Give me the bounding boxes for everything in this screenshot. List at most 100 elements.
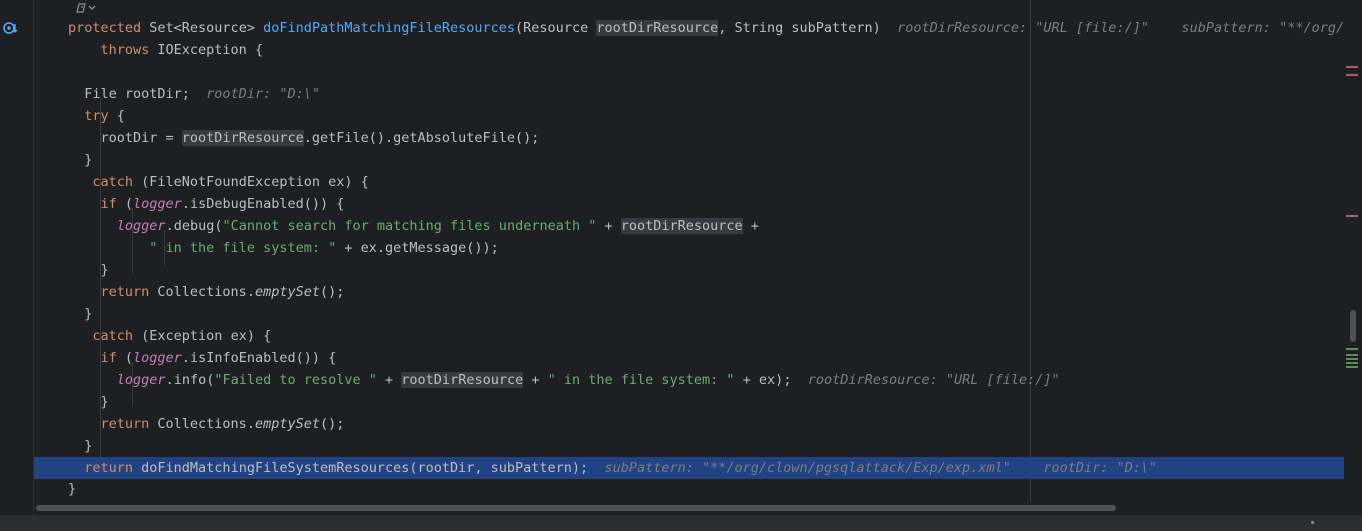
code-line[interactable]: try { bbox=[34, 105, 1344, 127]
code-line[interactable] bbox=[34, 61, 1344, 83]
ai-assistant-hint-icon[interactable] bbox=[76, 1, 102, 17]
code-token: "Cannot search for matching files undern… bbox=[222, 218, 597, 234]
code-token: ( bbox=[116, 196, 134, 212]
vertical-scroll-thumb[interactable] bbox=[1350, 310, 1356, 342]
error-stripe-mark[interactable] bbox=[1346, 74, 1358, 76]
debug-inline-value[interactable]: subPattern: "**/org/clown/pgsqlattack/Ex… bbox=[604, 460, 1157, 476]
code-token: doFindPathMatchingFileResources bbox=[263, 20, 516, 36]
code-token: " in the file system: " bbox=[149, 240, 337, 256]
code-token: rootDir = bbox=[68, 130, 182, 146]
code-token: .isDebugEnabled()) { bbox=[181, 196, 345, 212]
code-token: doFindMatchingFileSystemResources(rootDi… bbox=[133, 460, 605, 476]
horizontal-scroll-thumb[interactable] bbox=[36, 505, 1116, 511]
code-token: } bbox=[68, 481, 77, 497]
code-token: (FileNotFoundException ex) { bbox=[133, 174, 369, 190]
code-token: + ex); bbox=[734, 372, 808, 388]
code-line[interactable]: return Collections.emptySet(); bbox=[34, 413, 1344, 435]
code-token: try bbox=[68, 108, 109, 124]
code-token: protected bbox=[68, 20, 142, 36]
code-token: } bbox=[68, 394, 109, 410]
horizontal-scrollbar[interactable] bbox=[34, 501, 1362, 515]
indent-guide bbox=[132, 362, 133, 406]
change-stripe-mark[interactable] bbox=[1346, 358, 1358, 360]
code-token: + bbox=[523, 372, 548, 388]
code-token: emptySet bbox=[254, 416, 320, 432]
code-token: Set<Resource> bbox=[141, 20, 264, 36]
code-line[interactable]: if (logger.isInfoEnabled()) { bbox=[34, 347, 1344, 369]
code-editor[interactable]: protected Set<Resource> doFindPathMatchi… bbox=[34, 0, 1344, 515]
debug-execution-point-icon[interactable] bbox=[3, 20, 19, 36]
code-line[interactable]: } bbox=[34, 478, 1344, 500]
change-stripe-mark[interactable] bbox=[1346, 348, 1358, 350]
code-token: .isInfoEnabled()) { bbox=[181, 350, 337, 366]
code-token: ( bbox=[116, 350, 134, 366]
debug-inline-value[interactable]: rootDirResource: "URL [file:/]" subPatte… bbox=[897, 20, 1344, 36]
code-token: (Resource bbox=[515, 20, 597, 36]
code-line[interactable]: logger.debug("Cannot search for matching… bbox=[34, 215, 1344, 237]
error-stripe-mark[interactable] bbox=[1346, 66, 1358, 68]
code-line[interactable]: catch (FileNotFoundException ex) { bbox=[34, 171, 1344, 193]
code-token: } bbox=[68, 262, 109, 278]
code-line[interactable]: } bbox=[34, 149, 1344, 171]
code-token: emptySet bbox=[254, 284, 320, 300]
code-token: + ex.getMessage()); bbox=[336, 240, 499, 256]
status-indicator-icon bbox=[1311, 521, 1314, 524]
change-stripe-mark[interactable] bbox=[1346, 362, 1358, 364]
error-stripe-mark[interactable] bbox=[1346, 215, 1358, 217]
code-line[interactable]: } bbox=[34, 303, 1344, 325]
code-token: logger bbox=[133, 196, 182, 212]
code-token: , String subPattern) bbox=[718, 20, 898, 36]
code-token: rootDirResource bbox=[401, 372, 524, 388]
code-line[interactable]: if (logger.isDebugEnabled()) { bbox=[34, 193, 1344, 215]
code-token: if bbox=[68, 350, 117, 366]
indent-guide bbox=[164, 230, 165, 266]
code-line[interactable]: return Collections.emptySet(); bbox=[34, 281, 1344, 303]
indent-guide bbox=[100, 98, 101, 468]
code-line[interactable]: } bbox=[34, 391, 1344, 413]
code-token: (); bbox=[319, 284, 345, 300]
vertical-scrollbar[interactable] bbox=[1344, 0, 1362, 515]
debug-inline-value[interactable]: rootDir: "D:\" bbox=[206, 86, 320, 102]
code-line[interactable]: protected Set<Resource> doFindPathMatchi… bbox=[34, 17, 1344, 39]
debug-inline-value[interactable]: rootDirResource: "URL [file:/]" bbox=[808, 372, 1060, 388]
code-token: return bbox=[68, 416, 150, 432]
code-token: .debug( bbox=[165, 218, 223, 234]
code-line[interactable]: rootDir = rootDirResource.getFile().getA… bbox=[34, 127, 1344, 149]
change-stripe-mark[interactable] bbox=[1346, 366, 1358, 368]
indent-guide bbox=[132, 208, 133, 274]
code-line[interactable]: } bbox=[34, 435, 1344, 457]
code-token: } bbox=[68, 438, 93, 454]
code-token: logger bbox=[116, 218, 166, 234]
code-token: .getFile().getAbsoluteFile(); bbox=[303, 130, 540, 146]
code-token: } bbox=[68, 306, 93, 322]
code-line[interactable]: } bbox=[34, 259, 1344, 281]
code-token: throws bbox=[68, 42, 150, 58]
code-token: "Failed to resolve " bbox=[214, 372, 377, 388]
code-token: logger bbox=[133, 350, 182, 366]
code-token: File rootDir; bbox=[68, 86, 207, 102]
change-stripe-mark[interactable] bbox=[1346, 354, 1358, 356]
code-token: if bbox=[68, 196, 117, 212]
code-token: (); bbox=[319, 416, 345, 432]
code-token: Collections. bbox=[149, 284, 255, 300]
code-token: " in the file system: " bbox=[547, 372, 735, 388]
code-token: rootDirResource bbox=[620, 218, 743, 234]
code-line[interactable]: " in the file system: " + ex.getMessage(… bbox=[34, 237, 1344, 259]
code-line[interactable]: catch (Exception ex) { bbox=[34, 325, 1344, 347]
code-token: .info( bbox=[165, 372, 215, 388]
code-token: IOException { bbox=[149, 42, 264, 58]
code-token: rootDirResource bbox=[596, 20, 719, 36]
code-token: rootDirResource bbox=[181, 130, 304, 146]
code-token: + bbox=[376, 372, 402, 388]
code-token: return bbox=[68, 284, 150, 300]
code-line[interactable]: throws IOException { bbox=[34, 39, 1344, 61]
code-token: logger bbox=[116, 372, 166, 388]
code-line[interactable]: logger.info("Failed to resolve " + rootD… bbox=[34, 369, 1344, 391]
current-execution-line[interactable]: return doFindMatchingFileSystemResources… bbox=[34, 457, 1344, 479]
code-token: + bbox=[742, 218, 759, 234]
code-token: (Exception ex) { bbox=[133, 328, 272, 344]
code-line[interactable]: File rootDir; rootDir: "D:\" bbox=[34, 83, 1344, 105]
